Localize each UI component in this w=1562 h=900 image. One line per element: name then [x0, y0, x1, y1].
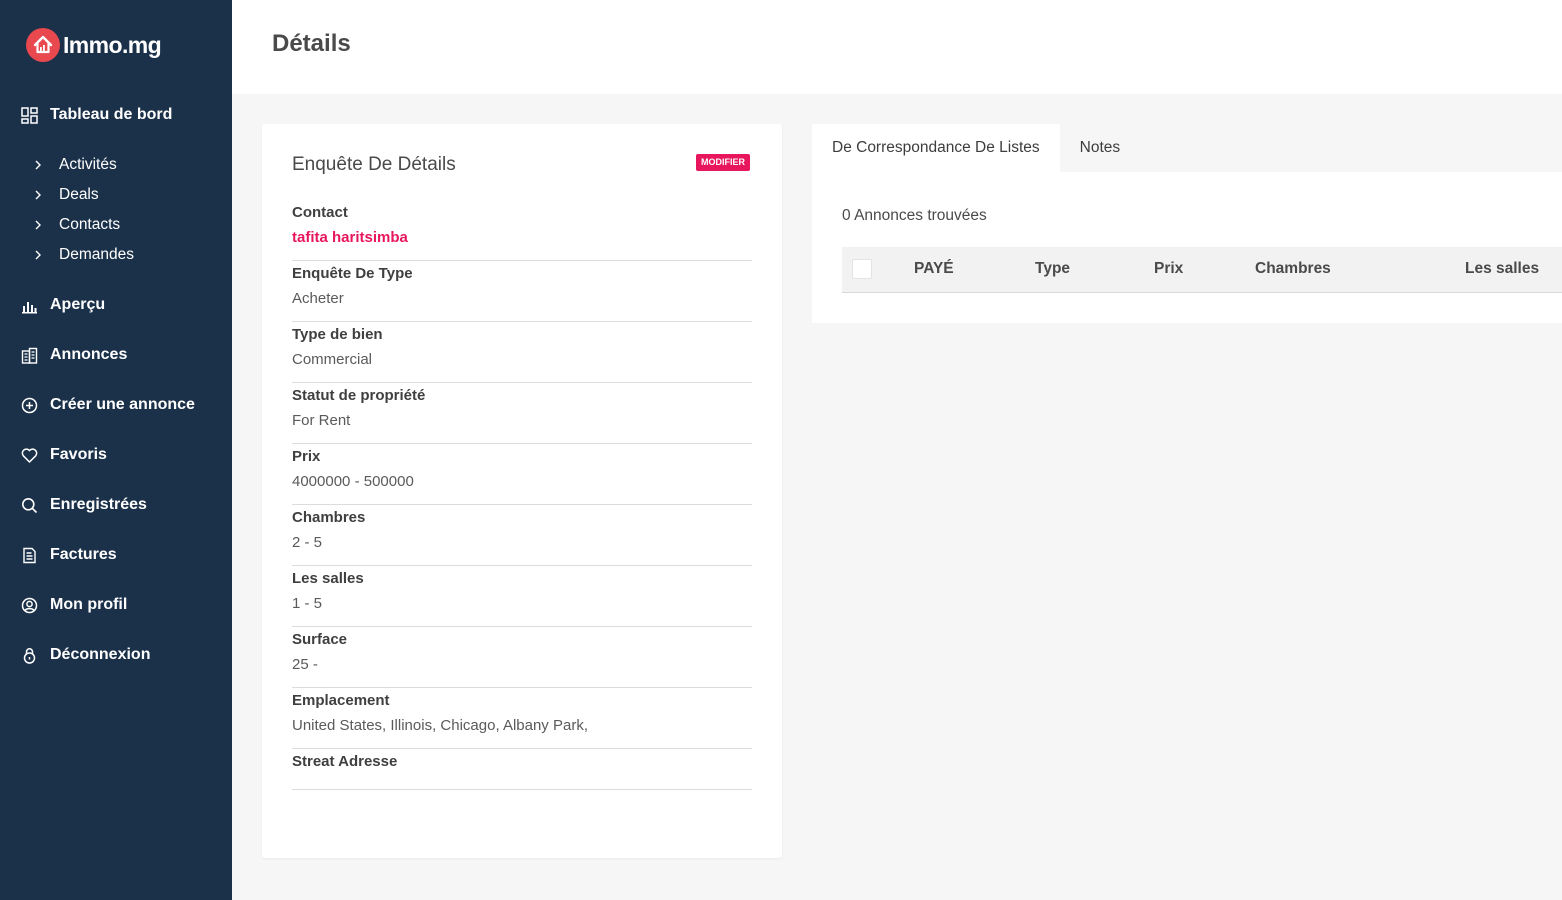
house-logo-icon: [26, 28, 60, 62]
chevron-right-icon: [34, 188, 44, 202]
brand-name: Immo.mg: [63, 31, 162, 58]
card-title: Enquête De Détails: [292, 154, 456, 175]
field-type-bien: Type de bien Commercial: [292, 322, 752, 383]
heart-icon: [20, 446, 38, 464]
sidebar-item-label: Tableau de bord: [50, 106, 173, 123]
field-label: Contact: [292, 204, 348, 221]
field-label: Prix: [292, 448, 321, 465]
field-label: Enquête De Type: [292, 265, 413, 282]
sidebar-item-label: Aperçu: [50, 296, 106, 313]
field-value: 25 -: [292, 656, 318, 673]
user-circle-icon: [20, 596, 38, 614]
sidebar-item-label: Annonces: [50, 346, 128, 363]
field-value: Commercial: [292, 351, 373, 368]
sidebar-subitem-deals[interactable]: Deals: [34, 184, 99, 206]
field-value: Acheter: [292, 290, 344, 307]
search-icon: [20, 496, 38, 514]
sidebar-item-label: Déconnexion: [50, 646, 151, 663]
column-header-prix[interactable]: Prix: [1154, 260, 1183, 278]
listing-tabs: De Correspondance De Listes Notes: [812, 124, 1140, 172]
bar-chart-icon: [20, 296, 38, 314]
sidebar-item-favoris[interactable]: Favoris: [20, 443, 107, 467]
field-label: Streat Adresse: [292, 753, 398, 770]
details-fields: Contact tafita haritsimba Enquête De Typ…: [292, 200, 752, 790]
sidebar-subitem-label: Deals: [59, 186, 99, 203]
field-value: For Rent: [292, 412, 351, 429]
tab-correspondance[interactable]: De Correspondance De Listes: [812, 124, 1060, 172]
field-surface: Surface 25 -: [292, 627, 752, 688]
contact-link[interactable]: tafita haritsimba: [292, 229, 752, 247]
logo[interactable]: Immo.mg: [26, 28, 162, 62]
chevron-right-icon: [34, 158, 44, 172]
field-chambres: Chambres 2 - 5: [292, 505, 752, 566]
sidebar-item-label: Enregistrées: [50, 496, 147, 513]
sidebar-item-label: Factures: [50, 546, 117, 563]
field-contact: Contact tafita haritsimba: [292, 200, 752, 261]
field-prix: Prix 4000000 - 500000: [292, 444, 752, 505]
field-street-address: Streat Adresse: [292, 749, 752, 790]
field-label: Chambres: [292, 509, 366, 526]
sidebar-item-factures[interactable]: Factures: [20, 543, 117, 567]
field-label: Les salles: [292, 570, 364, 587]
column-header-chambres[interactable]: Chambres: [1255, 260, 1331, 278]
field-label: Surface: [292, 631, 348, 648]
field-value: 4000000 - 500000: [292, 473, 414, 490]
field-value: United States, Illinois, Chicago, Albany…: [292, 717, 588, 734]
sidebar-subitem-label: Contacts: [59, 216, 121, 233]
building-icon: [20, 346, 38, 364]
sidebar-item-label: Favoris: [50, 446, 107, 463]
tab-notes[interactable]: Notes: [1060, 124, 1141, 172]
sidebar-item-apercu[interactable]: Aperçu: [20, 293, 105, 317]
results-count: 0 Annonces trouvées: [842, 207, 987, 224]
sidebar-item-mon-profil[interactable]: Mon profil: [20, 593, 127, 617]
page-title: Détails: [272, 30, 351, 57]
plus-circle-icon: [20, 396, 38, 414]
column-header-salles[interactable]: Les salles: [1465, 260, 1539, 278]
edit-button[interactable]: MODIFIER: [696, 154, 750, 171]
chevron-right-icon: [34, 218, 44, 232]
field-emplacement: Emplacement United States, Illinois, Chi…: [292, 688, 752, 749]
sidebar-item-enregistrees[interactable]: Enregistrées: [20, 493, 147, 517]
sidebar-item-dashboard[interactable]: Tableau de bord: [20, 103, 172, 127]
chevron-right-icon: [34, 248, 44, 262]
sidebar-item-deconnexion[interactable]: Déconnexion: [20, 643, 150, 667]
sidebar-item-annonces[interactable]: Annonces: [20, 343, 127, 367]
sidebar-item-label: Créer une annonce: [50, 396, 195, 413]
dashboard-icon: [20, 106, 38, 124]
sidebar-subitem-contacts[interactable]: Contacts: [34, 214, 120, 236]
field-value: 2 - 5: [292, 534, 323, 551]
sidebar-subitem-label: Activités: [59, 156, 117, 173]
field-enquete-type: Enquête De Type Acheter: [292, 261, 752, 322]
header: Détails: [232, 0, 1562, 94]
field-label: Statut de propriété: [292, 387, 426, 404]
listings-panel: 0 Annonces trouvées PAYÉ Type Prix Chamb…: [812, 172, 1562, 323]
sidebar-subitem-activites[interactable]: Activités: [34, 154, 117, 176]
sidebar-item-creer-annonce[interactable]: Créer une annonce: [20, 393, 195, 417]
column-header-type[interactable]: Type: [1035, 260, 1070, 278]
field-value: 1 - 5: [292, 595, 323, 612]
column-header-paye[interactable]: PAYÉ: [914, 260, 954, 278]
details-card: Enquête De Détails MODIFIER Contact tafi…: [262, 124, 782, 858]
field-label: Emplacement: [292, 692, 390, 709]
select-all-checkbox[interactable]: [852, 259, 872, 279]
sidebar-subitem-label: Demandes: [59, 246, 134, 263]
sidebar-subitem-demandes[interactable]: Demandes: [34, 244, 134, 266]
field-salles: Les salles 1 - 5: [292, 566, 752, 627]
table-header: PAYÉ Type Prix Chambres Les salles: [842, 247, 1562, 293]
field-label: Type de bien: [292, 326, 383, 343]
sidebar-item-label: Mon profil: [50, 596, 128, 613]
invoice-icon: [20, 546, 38, 564]
lock-icon: [20, 646, 38, 664]
field-statut: Statut de propriété For Rent: [292, 383, 752, 444]
sidebar: Immo.mg Tableau de bord Activités Deals …: [0, 0, 232, 900]
